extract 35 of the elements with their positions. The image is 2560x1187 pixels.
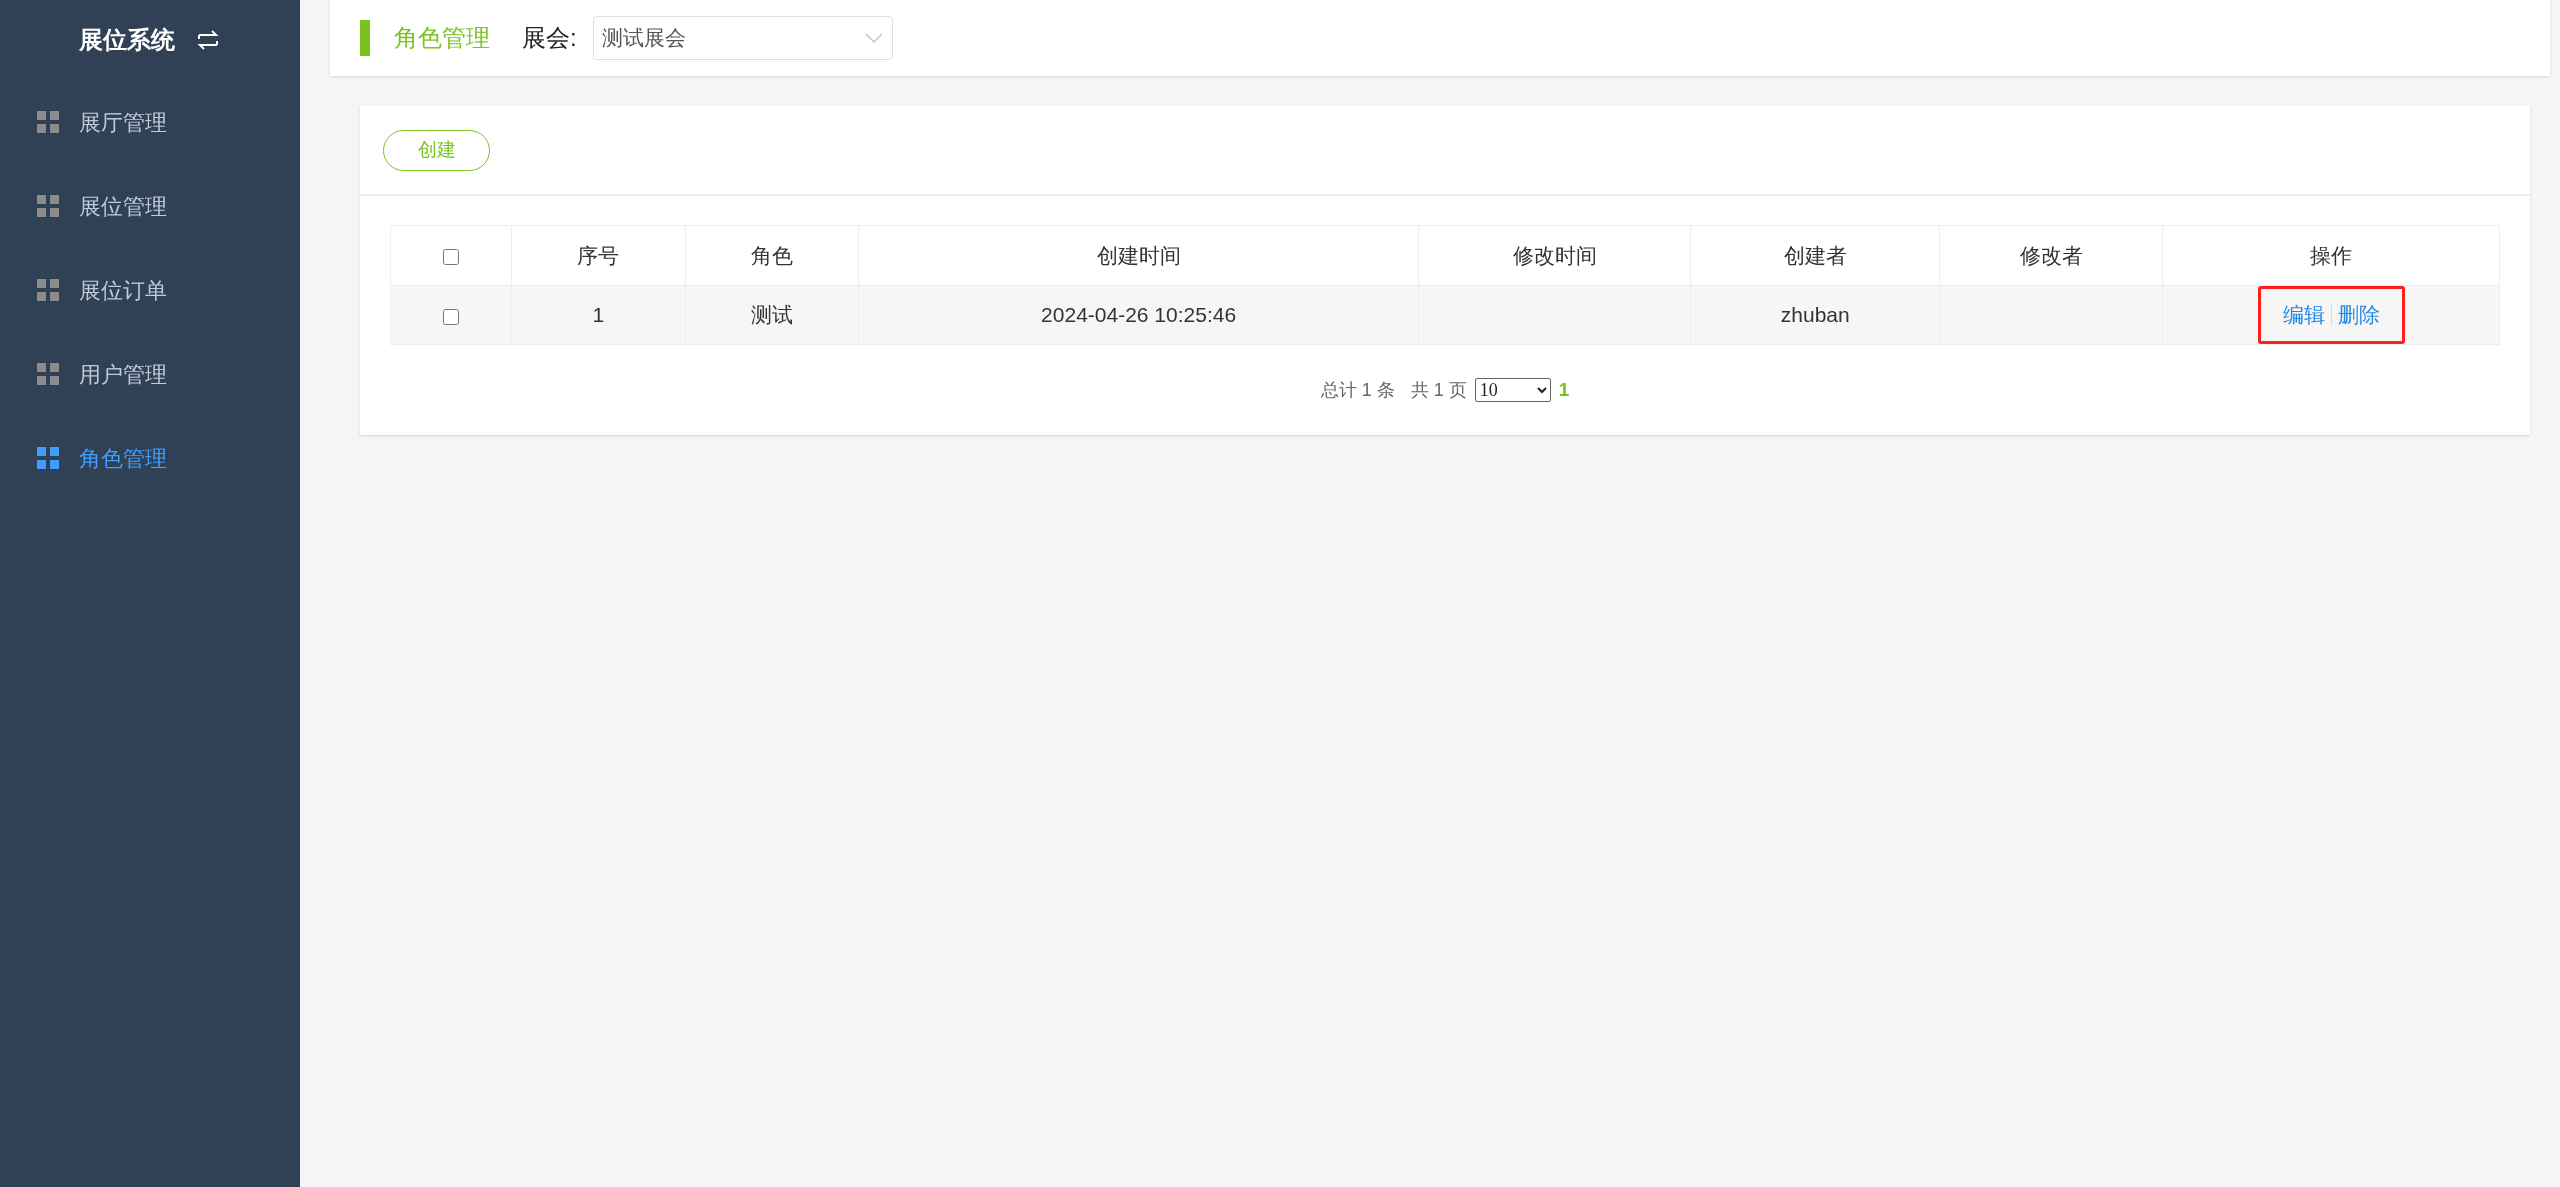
column-header: 角色 bbox=[685, 225, 859, 286]
grid-icon bbox=[37, 195, 59, 217]
chevron-down-icon bbox=[863, 32, 884, 44]
exhibition-label: 展会: bbox=[522, 23, 577, 53]
switch-icon[interactable] bbox=[195, 29, 221, 51]
page-size-select[interactable]: 10 bbox=[1474, 378, 1551, 402]
sidebar-item[interactable]: 角色管理 bbox=[0, 416, 300, 500]
app-title: 展位系统 bbox=[79, 25, 175, 55]
table-cell: 2024-04-26 10:25:46 bbox=[858, 285, 1419, 345]
table-cell: 测试 bbox=[685, 285, 859, 345]
sidebar-item[interactable]: 展位订单 bbox=[0, 248, 300, 332]
select-all-checkbox[interactable] bbox=[442, 249, 459, 266]
column-header: 修改时间 bbox=[1418, 225, 1691, 286]
grid-icon bbox=[37, 279, 59, 301]
column-header: 创建时间 bbox=[858, 225, 1419, 286]
table-cell: zhuban bbox=[1690, 285, 1940, 345]
exhibition-select[interactable]: 测试展会 bbox=[592, 16, 893, 60]
column-header: 创建者 bbox=[1690, 225, 1940, 286]
page-title: 角色管理 bbox=[394, 23, 490, 53]
sidebar-item[interactable]: 展位管理 bbox=[0, 164, 300, 248]
page-count: 共 1 页 bbox=[1410, 378, 1467, 402]
grid-icon bbox=[37, 363, 59, 385]
row-checkbox[interactable] bbox=[442, 308, 459, 325]
title-accent-bar bbox=[360, 20, 370, 56]
table-cell: 1 bbox=[511, 285, 686, 345]
grid-icon bbox=[37, 447, 59, 469]
sidebar-item[interactable]: 展厅管理 bbox=[0, 80, 300, 164]
column-header: 修改者 bbox=[1939, 225, 2163, 286]
action-link[interactable]: 编辑 bbox=[2282, 299, 2325, 331]
total-count: 总计 1 条 bbox=[1320, 378, 1395, 402]
action-link[interactable]: 删除 bbox=[2337, 299, 2380, 331]
column-header: 序号 bbox=[511, 225, 686, 286]
grid-icon bbox=[37, 111, 59, 133]
sidebar-item[interactable]: 用户管理 bbox=[0, 332, 300, 416]
column-header: 操作 bbox=[2162, 225, 2500, 286]
